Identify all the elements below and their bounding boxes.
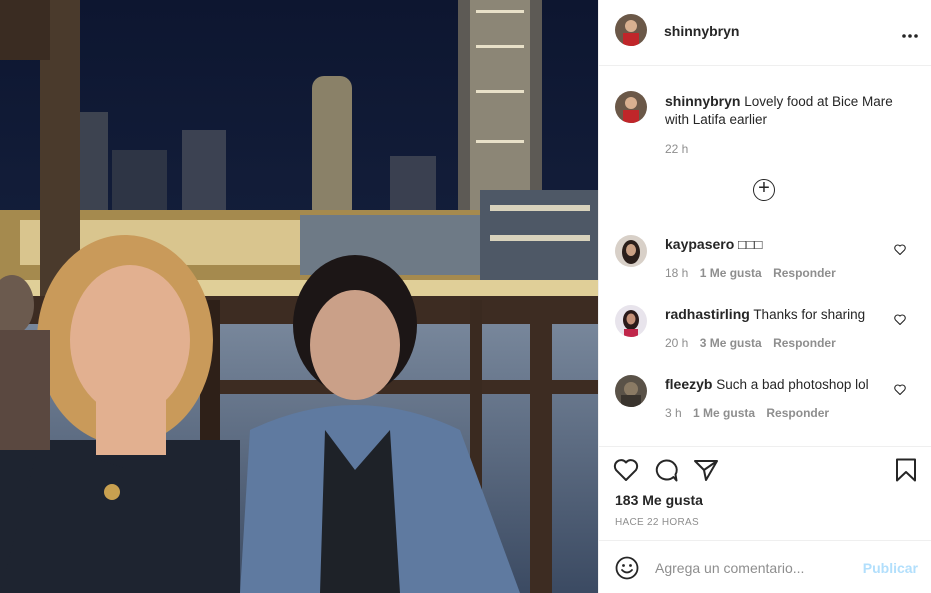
comment-body: fleezyb Such a bad photoshop lol <box>665 375 885 394</box>
bookmark-icon[interactable] <box>895 458 917 487</box>
comment-username[interactable]: radhastirling <box>665 306 750 322</box>
comment-body: kaypasero □□□ <box>665 235 885 254</box>
comment-meta: 18 h 1 Me gusta Responder <box>665 266 844 280</box>
more-horizontal-icon[interactable] <box>902 22 918 43</box>
comment-item: radhastirling Thanks for sharing 20 h 3 … <box>599 305 931 365</box>
comment-item: fleezyb Such a bad photoshop lol 3 h 1 M… <box>599 375 931 435</box>
comment-input[interactable] <box>653 555 857 581</box>
comment-reply-button[interactable]: Responder <box>773 266 836 280</box>
comment-reply-button[interactable]: Responder <box>773 336 836 350</box>
author-username[interactable]: shinnybryn <box>664 23 739 39</box>
comment-text: Such a bad photoshop lol <box>716 377 869 392</box>
comment-heart-icon[interactable] <box>894 312 906 330</box>
post-action-bar <box>613 458 923 484</box>
post-side-panel: shinnybryn shinnybryn Lovely food at Bic… <box>598 0 931 593</box>
comment-likes[interactable]: 1 Me gusta <box>693 406 755 420</box>
comment-time[interactable]: 20 h <box>665 336 688 350</box>
comment-meta: 20 h 3 Me gusta Responder <box>665 336 844 350</box>
smiley-icon[interactable] <box>615 556 639 585</box>
commenter-avatar[interactable] <box>615 375 647 407</box>
comment-heart-icon[interactable] <box>894 382 906 400</box>
commenter-avatar[interactable] <box>615 235 647 267</box>
author-avatar[interactable] <box>615 14 647 46</box>
post-photo[interactable] <box>0 0 598 593</box>
comment-time[interactable]: 3 h <box>665 406 682 420</box>
comment-heart-icon[interactable] <box>894 242 906 260</box>
comment-time[interactable]: 18 h <box>665 266 688 280</box>
post-header: shinnybryn <box>599 0 931 66</box>
post-caption: shinnybryn Lovely food at Bice Mare with… <box>665 92 915 129</box>
likes-count[interactable]: 183 Me gusta <box>615 492 703 508</box>
add-comment-bar: Publicar <box>599 540 931 593</box>
comment-text: □□□ <box>738 237 763 252</box>
plus-circle-icon[interactable]: + <box>753 178 775 201</box>
publish-button[interactable]: Publicar <box>863 560 918 576</box>
comment-meta: 3 h 1 Me gusta Responder <box>665 406 837 420</box>
comment-username[interactable]: fleezyb <box>665 376 712 392</box>
comment-icon[interactable] <box>653 458 679 487</box>
comment-likes[interactable]: 1 Me gusta <box>700 266 762 280</box>
comment-reply-button[interactable]: Responder <box>766 406 829 420</box>
comment-username[interactable]: kaypasero <box>665 236 734 252</box>
posted-ago[interactable]: HACE 22 HORAS <box>615 517 699 528</box>
caption-username[interactable]: shinnybryn <box>665 93 740 109</box>
comment-likes[interactable]: 3 Me gusta <box>700 336 762 350</box>
actions-divider <box>599 446 931 447</box>
comment-text: Thanks for sharing <box>753 307 866 322</box>
caption-time[interactable]: 22 h <box>665 142 688 156</box>
caption-avatar[interactable] <box>615 91 647 123</box>
comment-item: kaypasero □□□ 18 h 1 Me gusta Responder <box>599 235 931 295</box>
send-icon[interactable] <box>693 458 719 487</box>
commenter-avatar[interactable] <box>615 305 647 337</box>
comment-body: radhastirling Thanks for sharing <box>665 305 885 324</box>
heart-icon[interactable] <box>613 458 639 487</box>
